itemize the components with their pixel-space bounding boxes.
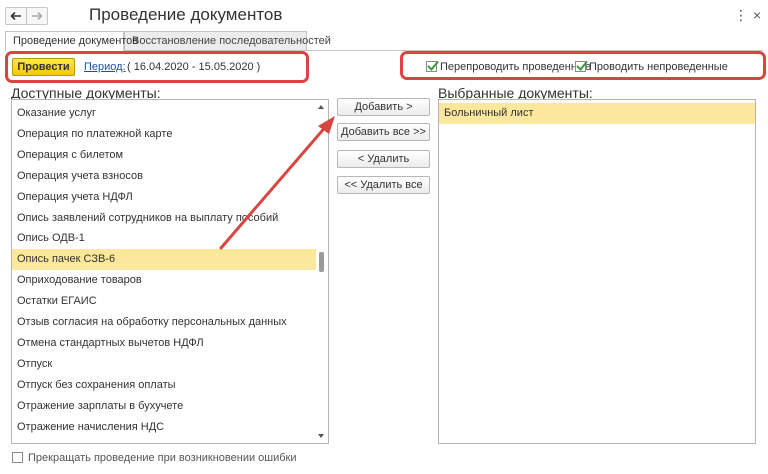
list-item[interactable]: Отпуск — [12, 354, 316, 375]
add-all-button[interactable]: Добавить все >> — [337, 123, 430, 141]
list-item[interactable]: Опись пачек СЗВ-6 — [12, 249, 316, 271]
back-button[interactable] — [5, 7, 27, 25]
list-item[interactable]: Операция по платежной карте — [12, 124, 316, 145]
list-item[interactable]: Отзыв согласия на обработку персональных… — [12, 312, 316, 333]
list-item[interactable]: Опись заявлений сотрудников на выплату п… — [12, 208, 316, 229]
stop-on-error-label[interactable]: Прекращать проведение при возникновении … — [28, 452, 297, 464]
remove-all-button[interactable]: << Удалить все — [337, 176, 430, 194]
selected-docs-list[interactable]: Больничный лист — [438, 99, 756, 444]
list-item[interactable]: Операция учета НДФЛ — [12, 187, 316, 208]
forward-button[interactable] — [26, 7, 48, 25]
tab-restore-sequences[interactable]: Восстановление последовательностей — [124, 31, 331, 51]
post-button[interactable]: Провести — [12, 58, 75, 76]
scroll-down-icon[interactable] — [318, 434, 324, 438]
list-item[interactable]: Операция с билетом — [12, 145, 316, 166]
list-item[interactable]: Отражение зарплаты в бухучете — [12, 396, 316, 417]
scroll-up-icon[interactable] — [318, 105, 324, 109]
available-docs-list[interactable]: Оказание услуг Операция по платежной карт… — [11, 99, 329, 444]
list-item[interactable]: Отражение начисления НДС — [12, 417, 316, 438]
period-value: ( 16.04.2020 - 15.05.2020 ) — [127, 61, 261, 73]
arrow-right-icon — [32, 11, 43, 21]
list-item[interactable]: Оказание услуг — [12, 103, 316, 124]
period-link[interactable]: Период: — [84, 61, 126, 73]
remove-button[interactable]: < Удалить — [337, 150, 430, 168]
add-button[interactable]: Добавить > — [337, 98, 430, 116]
checkmark-icon — [427, 60, 439, 71]
available-docs-scrollbar[interactable] — [316, 100, 328, 443]
list-item[interactable]: Оприходование товаров — [12, 270, 316, 291]
arrow-left-icon — [10, 11, 21, 21]
post-unposted-label[interactable]: Проводить непроведенные — [589, 61, 728, 73]
checkmark-icon — [576, 60, 588, 71]
list-item[interactable]: Остатки ЕГАИС — [12, 291, 316, 312]
window-title: Проведение документов — [89, 5, 283, 24]
post-unposted-checkbox[interactable] — [575, 60, 588, 72]
list-item[interactable]: Отмена стандартных вычетов НДФЛ — [12, 333, 316, 354]
list-item[interactable]: Отпуск без сохранения оплаты — [12, 375, 316, 396]
scroll-thumb[interactable] — [319, 252, 324, 272]
more-actions-icon[interactable]: ⋮ — [734, 8, 748, 22]
list-item[interactable]: Операция учета взносов — [12, 166, 316, 187]
list-item[interactable]: Опись ОДВ-1 — [12, 228, 316, 249]
repost-posted-label[interactable]: Перепроводить проведенные — [440, 61, 591, 73]
list-item[interactable]: Больничный лист — [439, 103, 755, 124]
stop-on-error-checkbox[interactable] — [12, 452, 23, 463]
tab-posting[interactable]: Проведение документов — [5, 31, 138, 51]
close-icon[interactable]: × — [753, 8, 761, 22]
repost-posted-checkbox[interactable] — [426, 60, 439, 72]
